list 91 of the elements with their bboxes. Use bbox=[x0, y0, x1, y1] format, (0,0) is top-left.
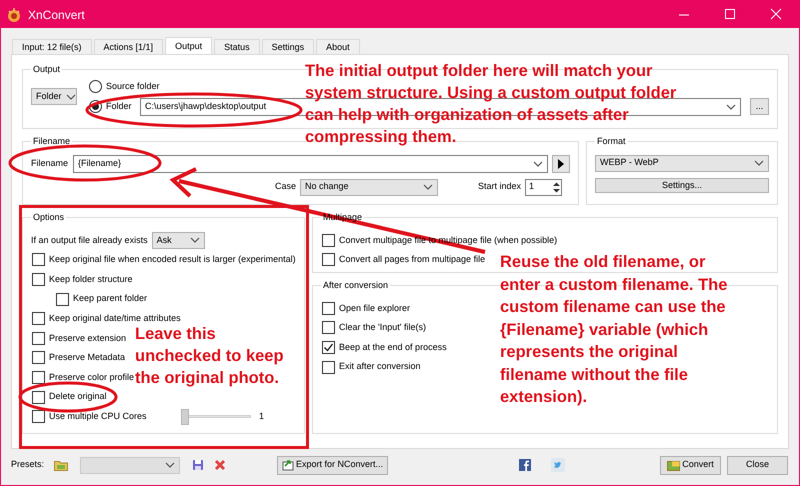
checkbox-label: Use multiple CPU Cores bbox=[49, 410, 148, 423]
presets-label: Presets: bbox=[11, 458, 44, 472]
export-icon bbox=[282, 459, 294, 471]
group-title: After conversion bbox=[322, 279, 390, 292]
group-title: Filename bbox=[32, 135, 72, 148]
exists-dropdown[interactable]: Ask bbox=[152, 232, 205, 249]
annotation-text: {Filename} variable (which bbox=[500, 320, 708, 340]
checkbox[interactable] bbox=[322, 340, 335, 354]
caret-icon bbox=[754, 160, 764, 166]
checkbox[interactable] bbox=[32, 390, 45, 404]
radio-label: Source folder bbox=[106, 80, 160, 93]
start-index-spinbox[interactable]: 1 bbox=[525, 178, 562, 196]
app-icon bbox=[6, 6, 22, 22]
checkbox[interactable] bbox=[322, 360, 335, 374]
radio-label: Folder bbox=[106, 100, 133, 113]
tab[interactable]: Output bbox=[165, 37, 212, 54]
checkbox-label: Beep at the end of process bbox=[339, 340, 447, 354]
window-title: XnConvert bbox=[28, 6, 85, 24]
checkbox-label: Preserve color profile bbox=[49, 370, 134, 384]
checkbox[interactable] bbox=[32, 370, 45, 384]
tab[interactable]: About bbox=[316, 39, 360, 54]
delete-icon[interactable] bbox=[214, 459, 226, 471]
annotation-text: Leave this bbox=[135, 324, 216, 345]
slider-thumb[interactable] bbox=[181, 408, 189, 425]
checkbox-label: Clear the 'Input' file(s) bbox=[339, 321, 426, 334]
annotation-text: extension). bbox=[500, 387, 588, 408]
format-dropdown[interactable]: WEBP - WebP bbox=[595, 154, 769, 172]
caret-icon bbox=[190, 237, 200, 244]
checkbox-label: Keep folder structure bbox=[49, 272, 133, 286]
field-label: Start index bbox=[478, 180, 521, 194]
field-label: Filename bbox=[31, 156, 69, 170]
checkbox[interactable] bbox=[56, 292, 69, 306]
folder-mode-dropdown[interactable]: Folder bbox=[31, 88, 77, 105]
checkbox-label: Preserve Metadata bbox=[49, 351, 126, 364]
annotation-text: compressing them. bbox=[305, 127, 456, 148]
group-title: Output bbox=[32, 63, 62, 76]
group-title: Format bbox=[596, 135, 627, 148]
play-button-icon[interactable] bbox=[552, 154, 570, 172]
convert-button[interactable]: Convert bbox=[660, 456, 721, 474]
checkbox-label: Keep parent folder bbox=[73, 292, 148, 306]
folder-icon[interactable] bbox=[54, 459, 68, 471]
checkbox[interactable] bbox=[32, 410, 45, 424]
radio-button[interactable] bbox=[89, 80, 102, 93]
checkbox-label: Delete original bbox=[49, 390, 107, 404]
checkbox[interactable] bbox=[32, 272, 45, 286]
checkbox-label: Exit after conversion bbox=[339, 360, 421, 374]
spin-arrows-icon[interactable] bbox=[552, 180, 561, 194]
slider[interactable] bbox=[181, 408, 251, 425]
checkbox-label: Convert all pages from multipage file bbox=[339, 253, 486, 266]
checkbox-label: Preserve extension bbox=[49, 332, 126, 345]
slider-value: 1 bbox=[258, 410, 264, 423]
save-icon[interactable] bbox=[192, 459, 204, 471]
convert-icon bbox=[667, 460, 680, 470]
browse-button[interactable]: ... bbox=[750, 98, 769, 115]
checkbox[interactable] bbox=[32, 312, 45, 326]
export-button[interactable]: Export for NConvert... bbox=[277, 456, 388, 474]
settings-button[interactable]: Settings... bbox=[595, 178, 769, 192]
caret-icon bbox=[533, 160, 543, 166]
checkbox-label: Open file explorer bbox=[339, 302, 410, 315]
tab[interactable]: Input: 12 file(s) bbox=[12, 39, 92, 54]
filename-field[interactable]: {Filename} bbox=[73, 154, 548, 172]
annotation-text: custom filename can use the bbox=[500, 297, 726, 318]
checkbox[interactable] bbox=[32, 332, 45, 345]
checkbox-label: Keep original date/time attributes bbox=[49, 312, 181, 325]
annotation-text: Reuse the old filename, or bbox=[500, 252, 706, 273]
annotation-text: unchecked to keep bbox=[135, 346, 284, 367]
checkbox[interactable] bbox=[322, 302, 335, 315]
field-label: If an output file already exists bbox=[31, 234, 148, 247]
caret-icon bbox=[726, 104, 736, 110]
caret-icon bbox=[422, 184, 433, 190]
checkbox[interactable] bbox=[322, 321, 335, 334]
checkbox[interactable] bbox=[32, 351, 45, 364]
checkbox[interactable] bbox=[322, 253, 335, 266]
annotation-text: the original photo. bbox=[135, 368, 279, 389]
annotation-text: represents the original bbox=[500, 342, 678, 363]
annotation-text: enter a custom filename. The bbox=[500, 274, 728, 296]
close-button[interactable]: Close bbox=[727, 456, 788, 474]
tab[interactable]: Status bbox=[214, 39, 260, 54]
caret-icon bbox=[66, 94, 76, 100]
checkbox-label: Keep original file when encoded result is larger (experimental) bbox=[49, 253, 296, 266]
annotation-text: filename without the file bbox=[500, 364, 688, 386]
tab[interactable]: Settings bbox=[262, 39, 314, 54]
checkbox[interactable] bbox=[322, 234, 335, 247]
group-title: Options bbox=[32, 211, 66, 224]
caret-icon bbox=[165, 462, 176, 468]
field-label: Case bbox=[274, 180, 296, 194]
facebook-icon[interactable] bbox=[519, 459, 532, 471]
checkbox[interactable] bbox=[32, 253, 45, 266]
case-dropdown[interactable]: No change bbox=[300, 178, 438, 196]
tab[interactable]: Actions [1/1] bbox=[94, 39, 164, 54]
annotation-text: The initial output folder here will match your bbox=[305, 61, 652, 82]
